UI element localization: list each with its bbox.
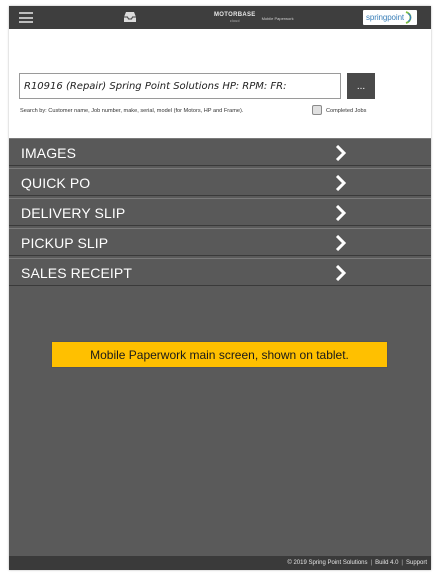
caption-callout: Mobile Paperwork main screen, shown on t…: [51, 341, 388, 368]
more-options-button[interactable]: ...: [347, 73, 375, 99]
menu-item-pickup-slip[interactable]: PICKUP SLIP: [9, 228, 431, 256]
chevron-right-icon: [335, 235, 346, 251]
menu-item-delivery-slip[interactable]: DELIVERY SLIP: [9, 198, 431, 226]
job-search-input[interactable]: R10916 (Repair) Spring Point Solutions H…: [19, 73, 341, 99]
tablet-frame: MOTORBASE cloud Mobile Paperwork springp…: [9, 6, 431, 570]
chevron-right-icon: [335, 205, 346, 221]
brand-logo: MOTORBASE cloud Mobile Paperwork: [214, 12, 294, 24]
menu-item-quick-po[interactable]: QUICK PO: [9, 168, 431, 196]
inbox-tray-icon[interactable]: [123, 11, 137, 23]
menu-item-label: DELIVERY SLIP: [21, 205, 126, 221]
springpoint-logo: springpoint: [363, 10, 417, 25]
footer-bar: © 2019 Spring Point Solutions | Build 4.…: [9, 556, 431, 570]
menu-item-label: SALES RECEIPT: [21, 265, 133, 281]
footer-copyright: © 2019 Spring Point Solutions: [287, 560, 368, 566]
springpoint-swoosh-icon: [405, 11, 412, 24]
menu-item-label: IMAGES: [21, 145, 77, 161]
paperwork-menu: IMAGES QUICK PO DELIVERY SLIP PICKUP SLI…: [9, 138, 431, 288]
chevron-right-icon: [335, 175, 346, 191]
brand-tagline: Mobile Paperwork: [261, 15, 294, 21]
menu-item-sales-receipt[interactable]: SALES RECEIPT: [9, 258, 431, 286]
completed-jobs-checkbox[interactable]: [312, 105, 322, 115]
top-bar: MOTORBASE cloud Mobile Paperwork springp…: [9, 6, 431, 29]
menu-item-images[interactable]: IMAGES: [9, 138, 431, 166]
hamburger-icon[interactable]: [19, 12, 33, 23]
job-search-panel: R10916 (Repair) Spring Point Solutions H…: [9, 29, 431, 138]
chevron-right-icon: [335, 145, 346, 161]
chevron-right-icon: [335, 265, 346, 281]
footer-support-link[interactable]: Support: [406, 560, 427, 566]
brand-name: MOTORBASE cloud: [214, 12, 256, 23]
footer-build: Build 4.0: [375, 560, 399, 566]
footer-separator: |: [401, 560, 403, 566]
footer-separator: |: [370, 560, 373, 566]
completed-jobs-label: Completed Jobs: [326, 108, 367, 114]
menu-item-label: QUICK PO: [21, 175, 91, 191]
search-hint-text: Search by: Customer name, Job number, ma…: [20, 108, 244, 114]
menu-item-label: PICKUP SLIP: [21, 235, 109, 251]
